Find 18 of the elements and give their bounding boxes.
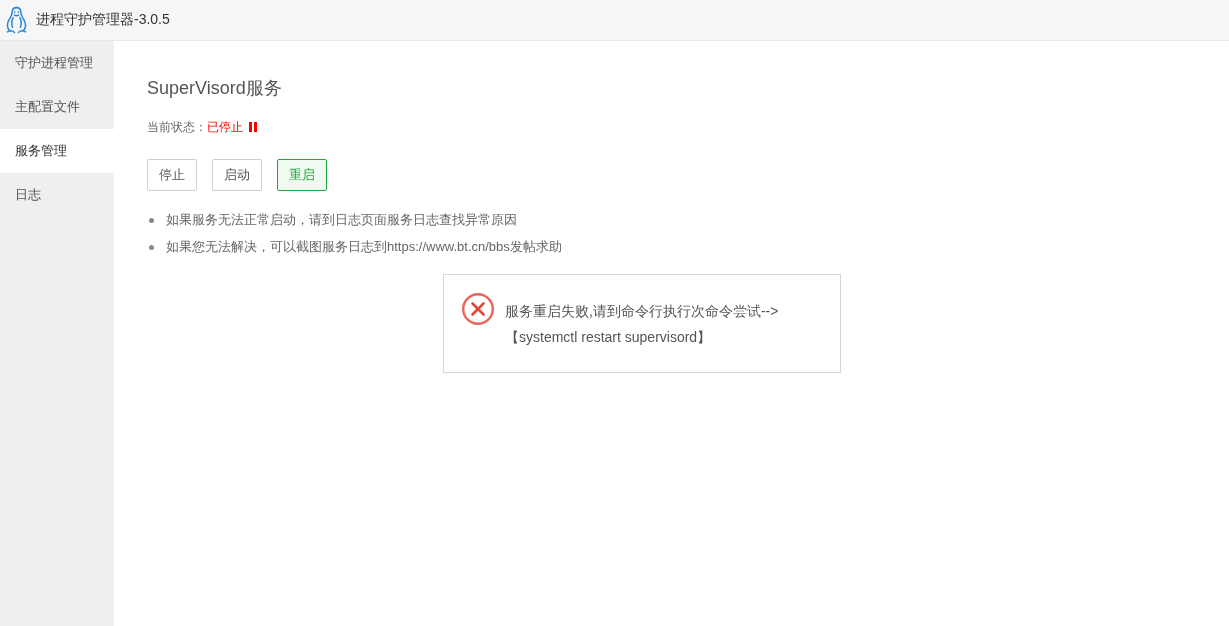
help-note: 如果您无法解决，可以截图服务日志到https://www.bt.cn/bbs发帖求助: [166, 238, 562, 256]
penguin-logo-icon: [6, 5, 27, 35]
window-title: 进程守护管理器-3.0.5: [36, 11, 170, 29]
service-heading: SuperVisord服务: [147, 77, 282, 100]
sidebar-item[interactable]: 守护进程管理: [0, 41, 114, 85]
sidebar-item[interactable]: 服务管理: [0, 129, 114, 173]
bullet-dot-icon: [149, 244, 154, 250]
action-button[interactable]: 启动: [212, 159, 262, 191]
sidebar-item[interactable]: 日志: [0, 173, 114, 217]
help-note: 如果服务无法正常启动，请到日志页面服务日志查找异常原因: [166, 211, 517, 229]
message-text: 服务重启失败,请到命令行执行次命令尝试-->: [505, 302, 779, 321]
status-label: 当前状态：: [147, 119, 207, 136]
message-text: 【systemctl restart supervisord】: [505, 328, 713, 347]
status-value: 已停止: [207, 119, 243, 136]
action-button[interactable]: 停止: [147, 159, 197, 191]
error-icon: [462, 293, 494, 325]
sidebar-item[interactable]: 主配置文件: [0, 85, 114, 129]
bullet-dot-icon: [149, 217, 154, 223]
